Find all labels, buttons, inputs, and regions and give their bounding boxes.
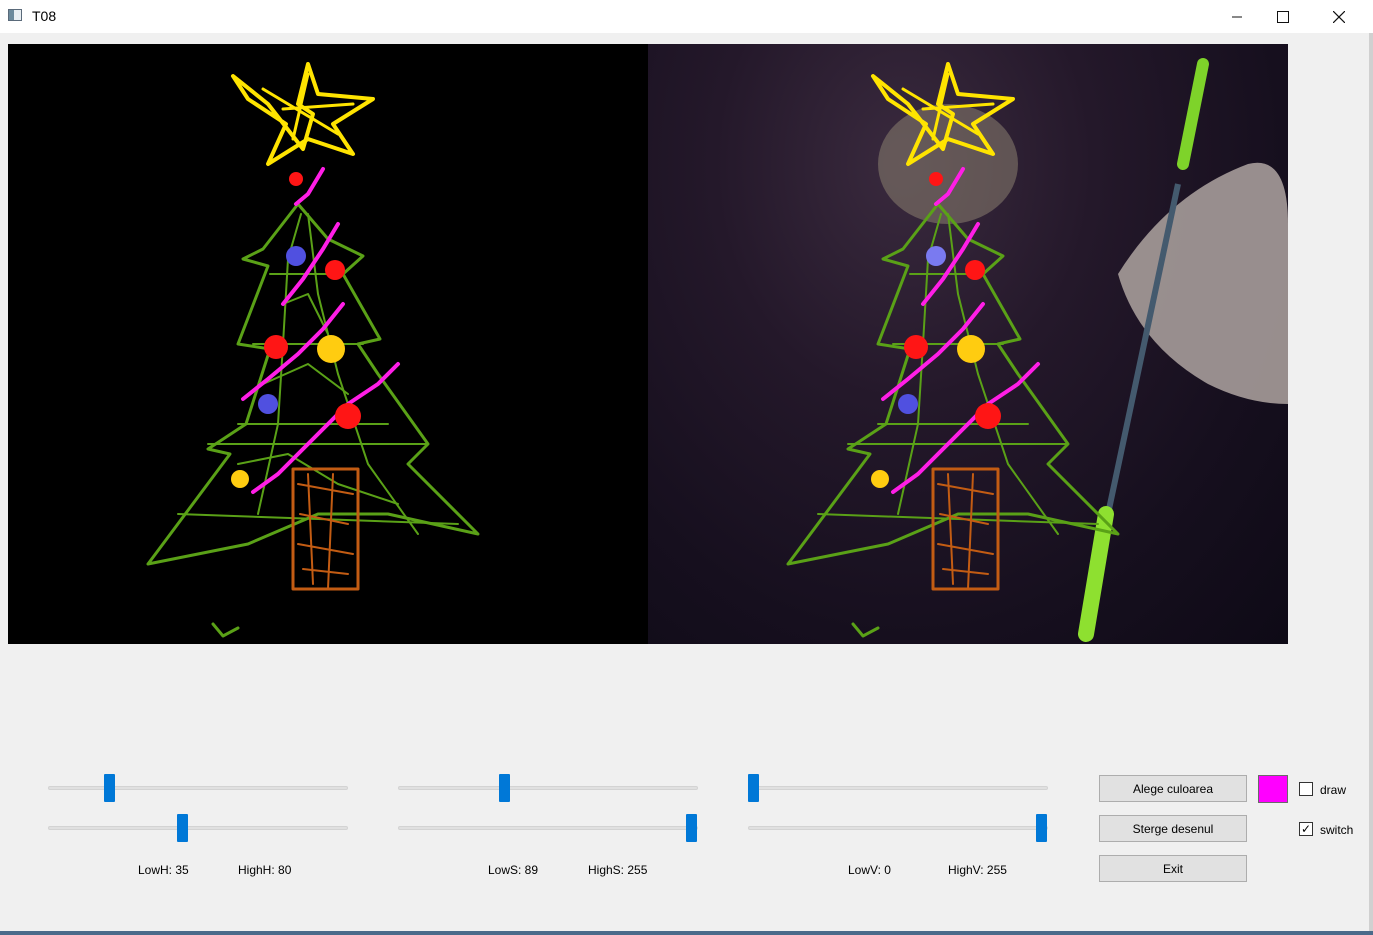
highS-slider[interactable] (398, 814, 698, 842)
camera-feed-image (786, 58, 1288, 642)
slider-handle[interactable] (748, 774, 759, 802)
exit-button[interactable]: Exit (1099, 855, 1247, 882)
window-title: T08 (32, 8, 57, 24)
highV-label: HighV: 255 (948, 863, 1007, 877)
minimize-button[interactable] (1214, 0, 1260, 33)
lowV-label: LowV: 0 (848, 863, 891, 877)
window-frame-right (1369, 33, 1373, 935)
maximize-icon (1277, 10, 1289, 23)
minimize-icon (1232, 16, 1242, 17)
switch-checkbox[interactable]: ✓ (1299, 822, 1313, 836)
highH-label: HighH: 80 (238, 863, 292, 877)
christmas-tree-drawing (146, 62, 480, 638)
app-window-icon (8, 9, 22, 21)
highS-label: HighS: 255 (588, 863, 648, 877)
camera-preview (648, 44, 1288, 644)
highH-slider[interactable] (48, 814, 348, 842)
title-bar: T08 (0, 0, 1373, 33)
draw-label: draw (1320, 783, 1347, 797)
lowS-slider[interactable] (398, 774, 698, 802)
window-frame-bottom (0, 931, 1373, 935)
lowV-slider[interactable] (748, 774, 1048, 802)
clear-drawing-button[interactable]: Sterge desenul (1099, 815, 1247, 842)
switch-label: switch (1320, 823, 1354, 837)
slider-handle[interactable] (498, 774, 510, 802)
close-icon (1333, 10, 1345, 23)
lowH-slider[interactable] (48, 774, 348, 802)
close-button[interactable] (1316, 0, 1362, 33)
slider-handle[interactable] (686, 814, 697, 842)
lowH-label: LowH: 35 (138, 863, 189, 877)
draw-checkbox[interactable] (1299, 782, 1313, 796)
slider-handle[interactable] (1036, 814, 1047, 842)
selected-color-swatch (1258, 775, 1288, 803)
choose-color-button[interactable]: Alege culoarea (1099, 775, 1247, 802)
maximize-button[interactable] (1260, 0, 1306, 33)
slider-handle[interactable] (104, 774, 116, 802)
lowS-label: LowS: 89 (488, 863, 539, 877)
slider-handle[interactable] (176, 814, 188, 842)
highV-slider[interactable] (748, 814, 1048, 842)
drawing-canvas[interactable] (8, 44, 648, 644)
